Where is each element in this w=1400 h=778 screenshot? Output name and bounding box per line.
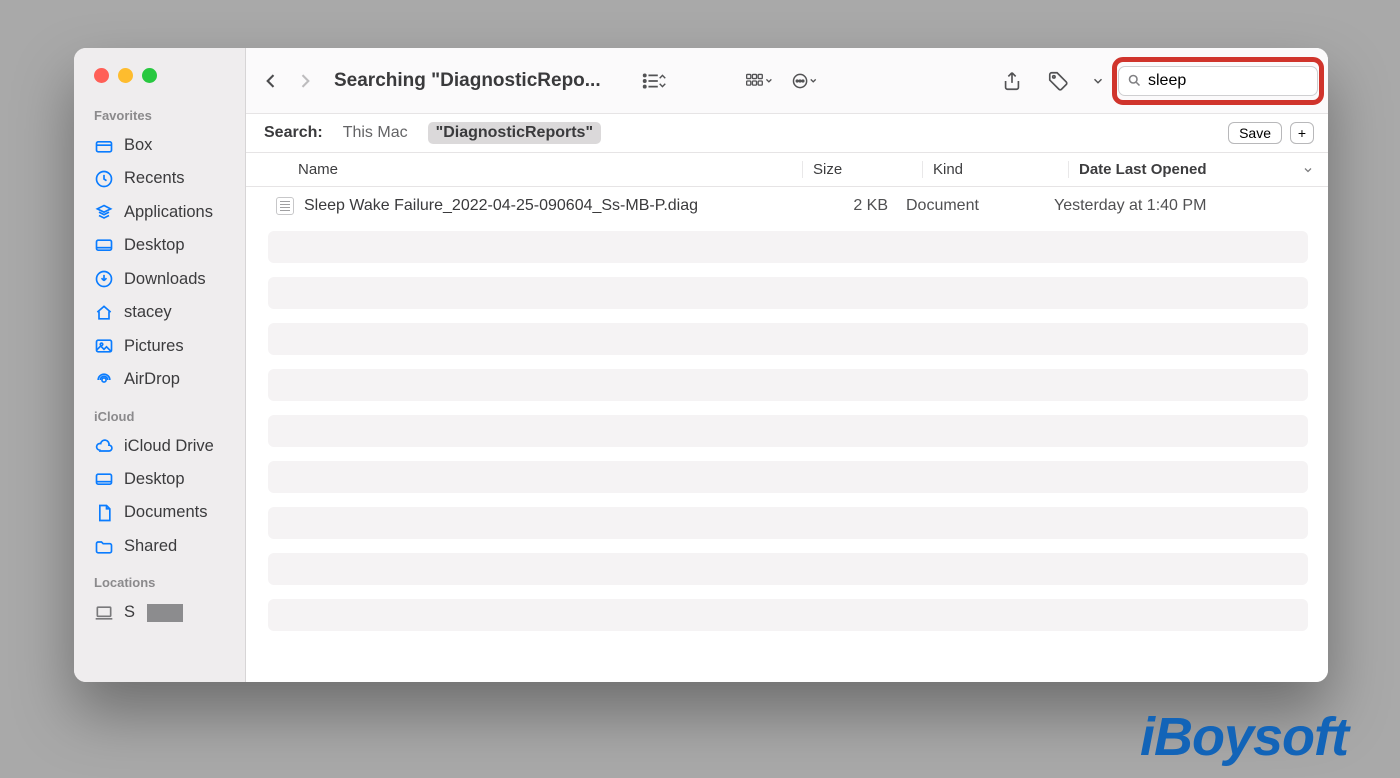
dropdown-chevron[interactable] — [1090, 67, 1106, 95]
icloud-icon — [94, 436, 114, 456]
sidebar-item-documents[interactable]: Documents — [74, 496, 245, 529]
sidebar-item-desktop[interactable]: Desktop — [74, 229, 245, 262]
empty-row — [268, 553, 1308, 585]
scope-option-folder[interactable]: "DiagnosticReports" — [428, 122, 601, 144]
result-date: Yesterday at 1:40 PM — [1048, 197, 1308, 215]
view-controls — [641, 67, 669, 95]
list-view-button[interactable] — [641, 67, 669, 95]
item-actions — [998, 67, 1106, 95]
sidebar-item-label: Desktop — [124, 469, 185, 490]
sidebar-item-label: Pictures — [124, 336, 184, 357]
sidebar-item-label: AirDrop — [124, 369, 180, 390]
redacted-label — [147, 604, 183, 622]
close-window-button[interactable] — [94, 68, 109, 83]
group-button[interactable] — [745, 67, 773, 95]
sidebar-heading: iCloud — [74, 409, 245, 430]
column-header-kind[interactable]: Kind — [922, 161, 1068, 178]
search-scope-bar: Search: This Mac "DiagnosticReports" Sav… — [246, 114, 1328, 153]
clock-icon — [94, 169, 114, 189]
box-icon — [94, 136, 114, 156]
scope-option-thismac[interactable]: This Mac — [335, 122, 416, 144]
sidebar-heading: Favorites — [74, 108, 245, 129]
empty-row — [268, 277, 1308, 309]
watermark-logo: iBoysoft — [1140, 706, 1348, 768]
sidebar-item-label: Documents — [124, 502, 207, 523]
toolbar: Searching "DiagnosticRepo... — [246, 48, 1328, 114]
scope-label: Search: — [264, 124, 323, 142]
back-button[interactable] — [258, 68, 284, 94]
airdrop-icon — [94, 370, 114, 390]
result-size: 2 KB — [782, 197, 902, 215]
sidebar-section-icloud: iCloud iCloud Drive Desktop Documents Sh… — [74, 409, 245, 576]
column-header-size[interactable]: Size — [802, 161, 922, 178]
results-list: Sleep Wake Failure_2022-04-25-090604_Ss-… — [246, 187, 1328, 682]
shared-folder-icon — [94, 537, 114, 557]
sidebar-item-downloads[interactable]: Downloads — [74, 263, 245, 296]
main-content: Searching "DiagnosticRepo... — [246, 48, 1328, 682]
sidebar-item-airdrop[interactable]: AirDrop — [74, 363, 245, 396]
add-criteria-button[interactable]: + — [1290, 122, 1314, 144]
search-icon — [1127, 73, 1142, 88]
home-icon — [94, 303, 114, 323]
laptop-icon — [94, 603, 114, 623]
desktop-icon — [94, 470, 114, 490]
sidebar-item-label: Downloads — [124, 269, 206, 290]
sidebar-item-shared[interactable]: Shared — [74, 530, 245, 563]
result-name: Sleep Wake Failure_2022-04-25-090604_Ss-… — [304, 197, 782, 215]
sidebar: Favorites Box Recents Applications Deskt… — [74, 48, 246, 682]
column-header-name[interactable]: Name — [246, 161, 802, 178]
search-field-wrapper — [1118, 63, 1318, 99]
empty-row — [268, 461, 1308, 493]
minimize-window-button[interactable] — [118, 68, 133, 83]
sidebar-section-locations: Locations S — [74, 575, 245, 641]
file-icon — [276, 197, 294, 215]
app-icon — [94, 203, 114, 223]
column-headers: Name Size Kind Date Last Opened — [246, 153, 1328, 187]
empty-row — [268, 415, 1308, 447]
sidebar-item-label: Shared — [124, 536, 177, 557]
finder-window: Favorites Box Recents Applications Deskt… — [74, 48, 1328, 682]
result-row[interactable]: Sleep Wake Failure_2022-04-25-090604_Ss-… — [266, 187, 1308, 225]
result-kind: Document — [902, 197, 1048, 215]
column-header-date[interactable]: Date Last Opened — [1068, 161, 1328, 178]
sidebar-item-label: Recents — [124, 168, 185, 189]
sidebar-item-applications[interactable]: Applications — [74, 196, 245, 229]
window-title: Searching "DiagnosticRepo... — [334, 70, 601, 92]
sidebar-item-label: stacey — [124, 302, 172, 323]
empty-row — [268, 323, 1308, 355]
empty-row — [268, 599, 1308, 631]
sidebar-item-label: Applications — [124, 202, 213, 223]
sidebar-section-favorites: Favorites Box Recents Applications Deskt… — [74, 108, 245, 409]
sort-chevron-icon — [1302, 164, 1314, 176]
sidebar-item-label: iCloud Drive — [124, 436, 214, 457]
desktop-icon — [94, 236, 114, 256]
sidebar-item-label: Box — [124, 135, 152, 156]
share-button[interactable] — [998, 67, 1026, 95]
download-icon — [94, 269, 114, 289]
save-search-button[interactable]: Save — [1228, 122, 1282, 144]
sidebar-item-label: S — [124, 602, 135, 623]
group-controls — [745, 67, 819, 95]
sidebar-item-label: Desktop — [124, 235, 185, 256]
tag-button[interactable] — [1044, 67, 1072, 95]
sidebar-item-icloud-drive[interactable]: iCloud Drive — [74, 430, 245, 463]
sidebar-item-recents[interactable]: Recents — [74, 162, 245, 195]
document-icon — [94, 503, 114, 523]
search-field[interactable] — [1118, 66, 1318, 96]
empty-row — [268, 231, 1308, 263]
action-menu-button[interactable] — [791, 67, 819, 95]
sidebar-item-home[interactable]: stacey — [74, 296, 245, 329]
empty-row — [268, 507, 1308, 539]
search-input[interactable] — [1148, 72, 1328, 90]
sidebar-item-box[interactable]: Box — [74, 129, 245, 162]
picture-icon — [94, 336, 114, 356]
sidebar-item-pictures[interactable]: Pictures — [74, 330, 245, 363]
empty-row — [268, 369, 1308, 401]
forward-button[interactable] — [292, 68, 318, 94]
window-controls — [74, 66, 245, 84]
sidebar-heading: Locations — [74, 575, 245, 596]
sidebar-item-local-machine[interactable]: S — [74, 596, 245, 629]
zoom-window-button[interactable] — [142, 68, 157, 83]
sidebar-item-icloud-desktop[interactable]: Desktop — [74, 463, 245, 496]
